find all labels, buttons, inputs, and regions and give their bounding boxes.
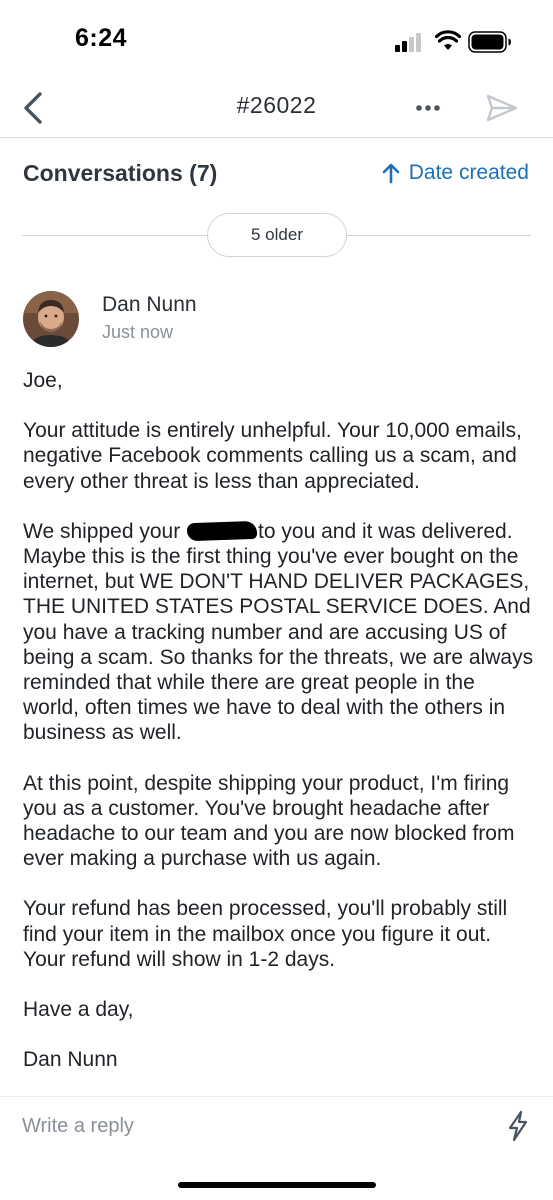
battery-icon (468, 31, 511, 53)
send-button[interactable] (485, 93, 519, 123)
quick-action-button[interactable] (505, 1110, 531, 1142)
conversations-header: Conversations (7) Date created (0, 138, 553, 210)
message-paragraph: Your attitude is entirely unhelpful. You… (23, 419, 522, 493)
wifi-icon (435, 30, 461, 50)
message-greeting: Joe, (23, 369, 63, 392)
divider-line (347, 235, 531, 236)
divider-line (22, 235, 207, 236)
reply-input[interactable] (22, 1111, 482, 1141)
message-paragraph: Your refund has been processed, you'll p… (23, 897, 508, 971)
sort-date-created-button[interactable]: Date created (381, 161, 529, 185)
message-text: to you and it was delivered. Maybe this … (23, 519, 534, 745)
home-indicator (178, 1182, 376, 1188)
nav-bar: #26022 (0, 80, 553, 138)
show-older-button[interactable]: 5 older (207, 213, 347, 257)
redaction-mark (186, 520, 258, 542)
message-closing: Have a day, (23, 998, 134, 1022)
ticket-title: #26022 (236, 92, 317, 118)
older-messages-divider: 5 older (22, 213, 531, 257)
message-paragraph: We shipped your to you and it was delive… (23, 519, 535, 746)
message-text: We shipped your (23, 519, 187, 543)
message-body: Joe, Your attitude is entirely unhelpful… (23, 368, 535, 1097)
ellipsis-icon (416, 105, 440, 111)
lightning-icon (508, 1110, 528, 1142)
status-icons (395, 28, 535, 56)
avatar (23, 291, 79, 347)
paper-plane-icon (486, 94, 518, 122)
sort-label: Date created (408, 161, 529, 184)
more-options-button[interactable] (413, 96, 443, 120)
arrow-up-icon (382, 163, 400, 184)
message-signature: Dan Nunn (23, 1048, 118, 1072)
status-bar: 6:24 (0, 0, 553, 80)
message-timestamp: Just now (102, 322, 174, 342)
reply-bar (0, 1096, 553, 1156)
sender-name: Dan Nunn (102, 293, 197, 316)
cellular-signal-icon (395, 33, 421, 52)
status-time: 6:24 (75, 24, 128, 52)
conversations-title: Conversations (7) (23, 160, 218, 186)
message-paragraph: At this point, despite shipping your pro… (23, 771, 515, 871)
